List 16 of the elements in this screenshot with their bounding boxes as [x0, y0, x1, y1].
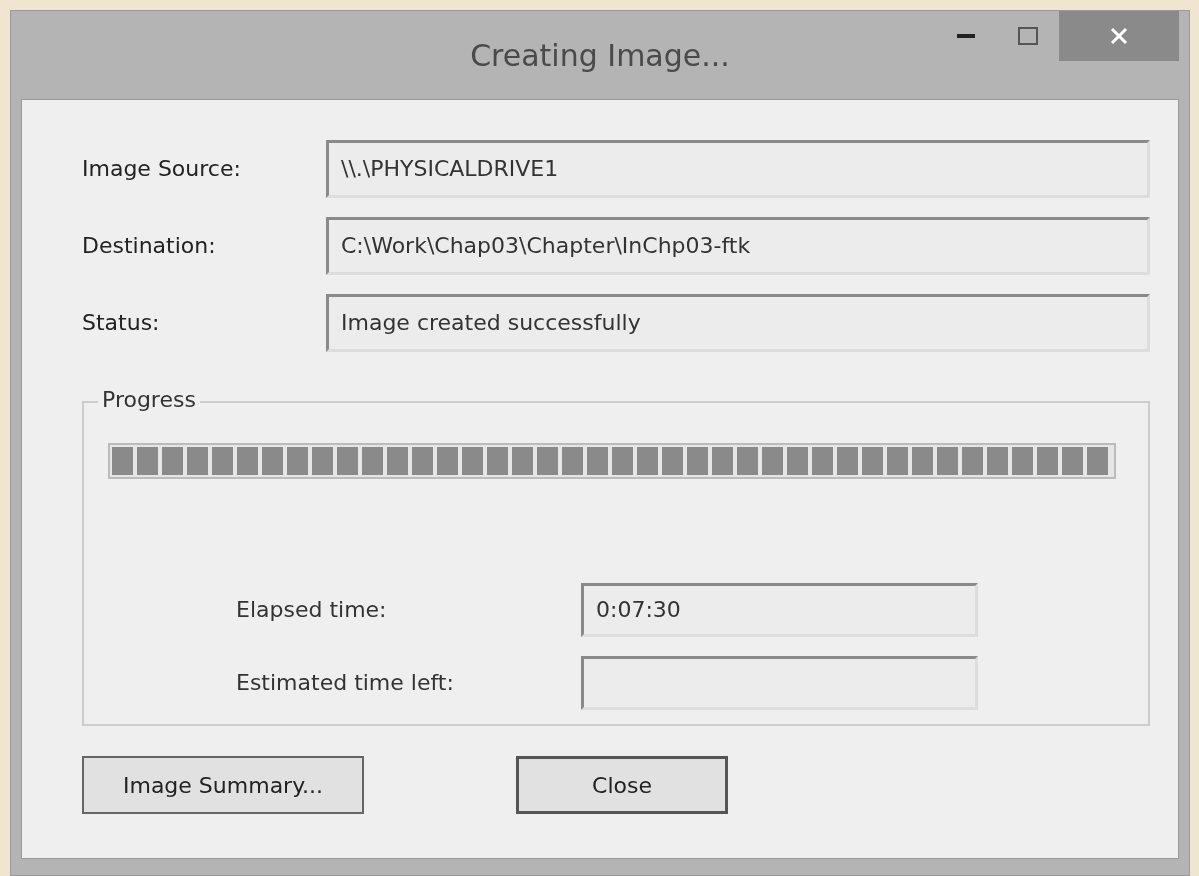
close-icon: [1110, 27, 1128, 45]
close-button[interactable]: [1059, 11, 1179, 61]
window-title: Creating Image...: [470, 37, 730, 73]
text-field[interactable]: Image created successfully: [326, 293, 1150, 352]
dialog-button[interactable]: Image Summary...: [82, 756, 364, 814]
field-label: Image Source:: [82, 156, 242, 181]
text-field[interactable]: C:\Work\Chap03\Chapter\InChp03-ftk: [326, 216, 1150, 275]
minimize-icon: [957, 33, 975, 39]
field-label: Status:: [82, 310, 161, 335]
dialog-button[interactable]: Close: [516, 756, 728, 814]
text-field[interactable]: \\.\PHYSICALDRIVE1: [326, 139, 1150, 198]
maximize-icon: [1018, 27, 1038, 45]
field-label: Destination:: [82, 233, 217, 258]
time-label: Elapsed time:: [236, 597, 388, 622]
time-field: 0:07:30: [581, 582, 978, 637]
time-label: Estimated time left:: [236, 670, 455, 695]
